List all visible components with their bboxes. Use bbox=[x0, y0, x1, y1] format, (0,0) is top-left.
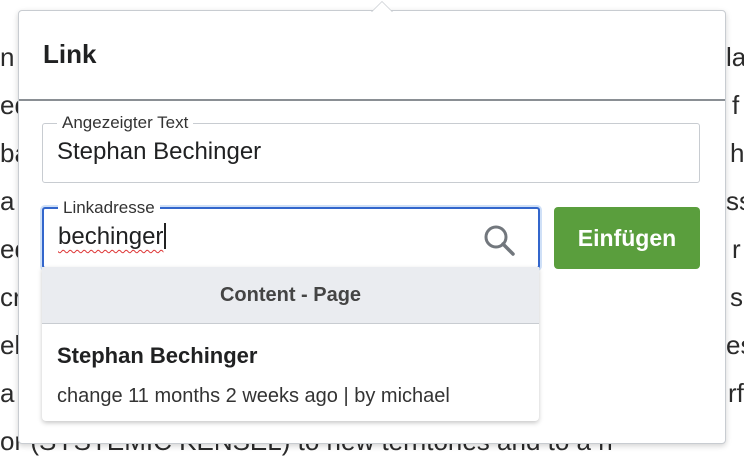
bg-text-fragment: n bbox=[0, 42, 15, 72]
bg-text-fragment: f bbox=[732, 90, 740, 120]
display-text-value: Stephan Bechinger bbox=[57, 138, 262, 165]
suggestion-item[interactable]: Stephan Bechinger change 11 months 2 wee… bbox=[42, 325, 539, 421]
bg-text-fragment: rf bbox=[728, 378, 744, 408]
search-icon[interactable] bbox=[481, 222, 517, 258]
link-address-text: bechinger bbox=[58, 223, 164, 250]
suggestions-dropdown: Content - Page Stephan Bechinger change … bbox=[42, 267, 539, 421]
bg-text-fragment: a bbox=[0, 186, 15, 216]
text-cursor bbox=[164, 223, 167, 249]
bg-text-fragment: s bbox=[730, 282, 743, 312]
bg-text-fragment: h bbox=[730, 138, 744, 168]
link-popover: Link Angezeigter Text Stephan Bechinger … bbox=[18, 1, 726, 444]
link-address-legend: Linkadresse bbox=[58, 199, 160, 217]
suggestion-meta: change 11 months 2 weeks ago | by michae… bbox=[57, 385, 450, 407]
suggestion-title: Stephan Bechinger bbox=[57, 343, 258, 368]
display-text-field[interactable]: Angezeigter Text Stephan Bechinger bbox=[42, 114, 700, 183]
popover-caret bbox=[371, 1, 393, 12]
display-text-legend: Angezeigter Text bbox=[57, 114, 194, 132]
bg-text-fragment: ss bbox=[726, 186, 744, 216]
link-address-field[interactable]: Linkadresse bechinger bbox=[42, 199, 540, 269]
insert-button[interactable]: Einfügen bbox=[554, 207, 700, 269]
bg-text-fragment: la bbox=[726, 42, 744, 72]
bg-text-fragment: a bbox=[0, 378, 15, 408]
suggestions-header: Content - Page bbox=[42, 267, 539, 324]
bg-text-fragment: r bbox=[732, 234, 741, 264]
title-divider bbox=[19, 99, 725, 101]
bg-text-fragment: es bbox=[726, 330, 744, 360]
link-address-input-value: bechinger bbox=[58, 223, 167, 251]
popover-title: Link bbox=[43, 39, 97, 69]
